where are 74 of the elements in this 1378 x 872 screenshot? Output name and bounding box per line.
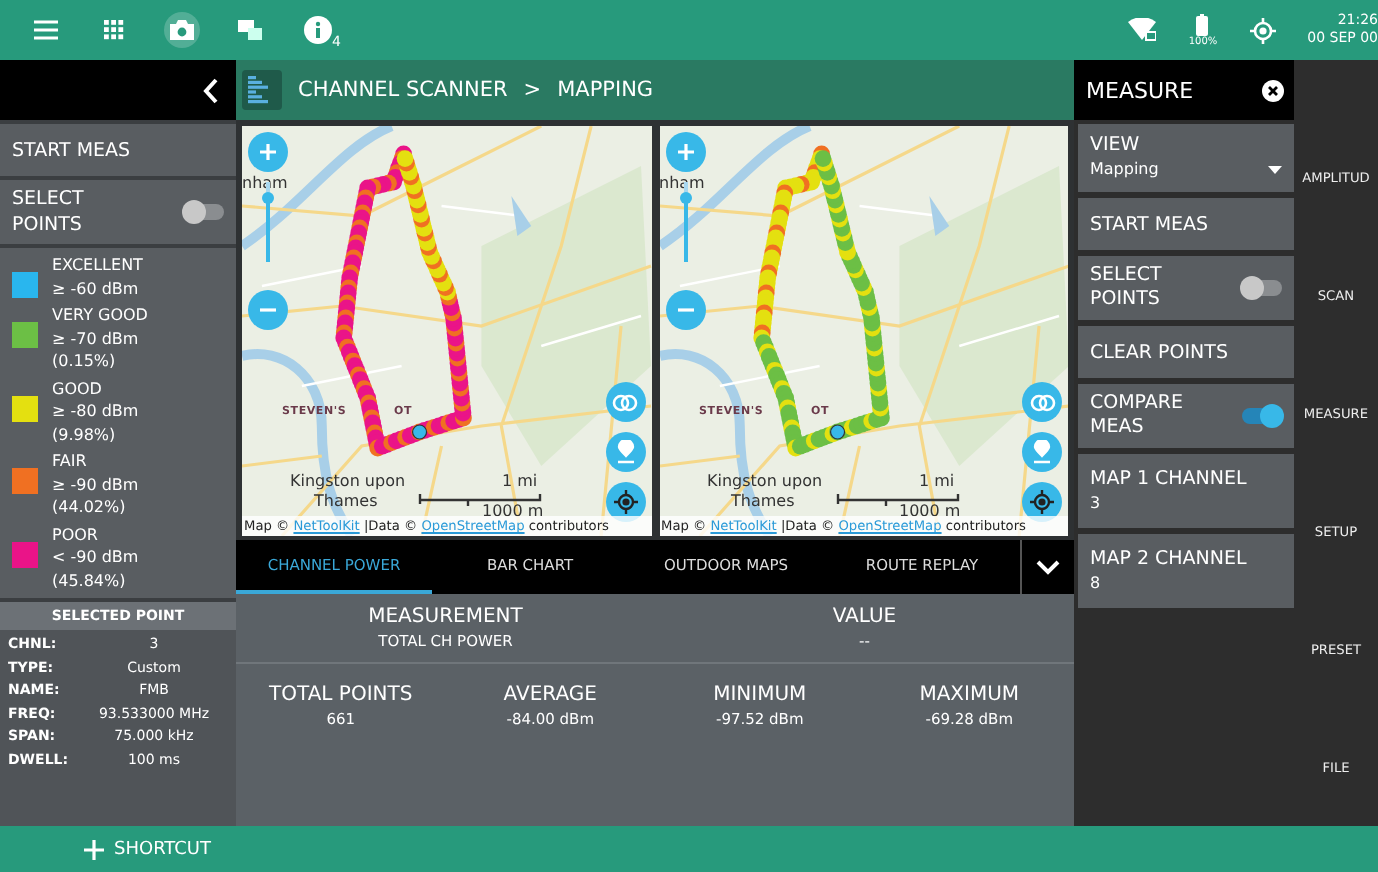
legend-threshold: ≥ -60 dBm [52,277,141,300]
scale-bar-icon [418,494,542,506]
stat-label: MINIMUM [713,684,807,706]
legend-threshold: ≥ -80 dBm [52,400,139,423]
menu-button[interactable]: START MEAS [1078,198,1294,250]
linked-rings-icon [1029,393,1055,411]
breadcrumb-title[interactable]: CHANNEL SCANNER [298,78,508,102]
menu-button[interactable]: CLEAR POINTS [1078,326,1294,378]
toggle-label: SELECT POINTS [12,186,86,238]
setting-value: 8 [1090,571,1103,595]
setting-label: MAP 2 CHANNEL [1090,547,1249,571]
legend-threshold: ≥ -70 dBm [52,327,141,350]
place-label: Kingston upon [707,472,823,490]
plus-icon [84,839,104,859]
scale-label: 1 mi [919,472,955,490]
legend-share: (44.02%) [52,496,128,519]
stat-label: AVERAGE [503,684,597,706]
scale-bar-icon [835,494,959,506]
plus-icon [675,142,695,162]
setting-value: 3 [1090,491,1103,515]
scale-label: 1 mi [502,472,538,490]
camera-icon[interactable] [164,12,200,48]
toggle-row[interactable]: SELECT POINTS [0,180,236,244]
pin-icon [615,440,635,464]
breadcrumb-separator: > [523,78,542,102]
stat-label: MAXIMUM [919,684,1020,706]
legend-label: VERY GOOD [52,304,148,327]
battery-icon [1196,13,1209,35]
toggle-switch[interactable] [184,204,224,220]
wifi-lock-icon [1128,18,1157,42]
column-heading: MEASUREMENT [368,606,523,628]
breadcrumb-page: MAPPING [557,78,654,102]
caret-icon [1268,166,1282,174]
toggle-row[interactable]: COMPARE MEAS [1078,384,1294,448]
legend-share: (45.84%) [52,569,128,592]
dropdown-value: Mapping [1090,158,1159,182]
legend-share: (9.98%) [52,423,118,446]
legend-label: GOOD [52,377,104,400]
place-label: Thames [731,492,795,510]
locate-icon [613,490,637,514]
legend-threshold: < -90 dBm [52,546,139,569]
toggle-switch[interactable] [1242,408,1282,424]
start-measurement-button[interactable]: START MEAS [0,124,236,176]
panel-title: MEASURE [1086,77,1194,103]
legend-label: POOR [52,523,100,546]
plus-icon [258,142,278,162]
channel-setting[interactable]: MAP 2 CHANNEL 8 [1078,534,1294,608]
toggle-row[interactable]: SELECT POINTS [1078,256,1294,320]
scale-label: 1000 m [899,502,961,520]
view-dropdown[interactable]: VIEW Mapping [1078,124,1294,192]
place-label: Kingston upon [290,472,406,490]
scale-label: 1000 m [482,502,544,520]
pin-icon [1032,440,1052,464]
setting-label: MAP 1 CHANNEL [1090,467,1249,491]
linked-rings-icon [612,393,638,411]
toggle-label: COMPARE MEAS [1090,392,1186,440]
gps-icon [1249,17,1276,43]
toggle-switch[interactable] [1242,280,1282,296]
chevron-down-icon [1036,559,1060,575]
legend-share: (0.15%) [52,350,118,373]
shortcut-button[interactable]: SHORTCUT [84,839,212,859]
scanner-app-icon [242,70,282,110]
stat-label: TOTAL POINTS [269,684,413,706]
toggle-label: SELECT POINTS [1090,264,1164,312]
close-icon[interactable] [1262,79,1284,101]
locate-icon [1030,490,1054,514]
legend-threshold: ≥ -90 dBm [52,473,139,496]
dropdown-label: VIEW [1090,134,1142,158]
place-label: Thames [314,492,378,510]
legend-label: EXCELLENT [52,254,143,277]
column-heading: VALUE [832,606,897,628]
back-chevron-icon[interactable] [202,77,220,103]
channel-setting[interactable]: MAP 1 CHANNEL 3 [1078,454,1294,528]
legend-label: FAIR [52,450,89,473]
